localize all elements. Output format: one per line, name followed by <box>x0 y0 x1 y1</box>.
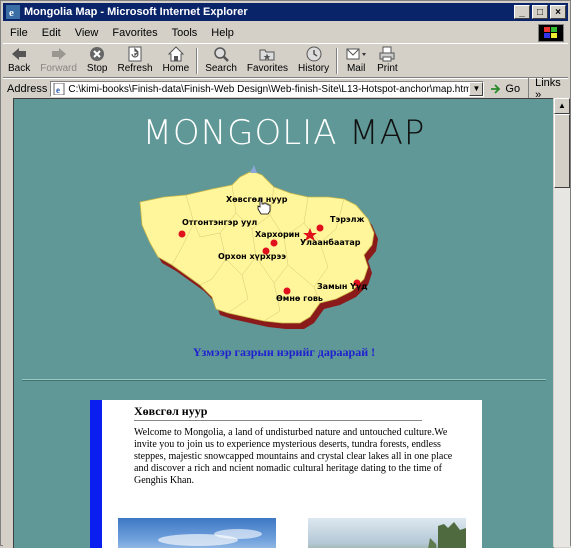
stop-button[interactable]: Stop <box>82 45 113 77</box>
svg-text:e: e <box>9 7 14 19</box>
menu-file[interactable]: File <box>3 27 35 39</box>
menu-favorites[interactable]: Favorites <box>105 27 164 39</box>
page-title-mongolia: MONGOLIA <box>142 113 338 153</box>
page-content[interactable]: MONGOLIA MAP Хөвсгөл нуур Отгонтэнгэр уу… <box>13 98 554 548</box>
marker-terelj[interactable] <box>316 224 324 232</box>
address-bar: Address e C:\kimi-books\Finish-data\Fini… <box>3 77 568 101</box>
standard-toolbar: Back Forward Stop Refresh Home Search Fa… <box>3 45 568 78</box>
card-title: Хөвсгөл нуур <box>134 404 208 418</box>
address-label: Address <box>7 83 48 95</box>
stop-icon <box>90 47 105 61</box>
refresh-label: Refresh <box>117 63 153 74</box>
svg-text:e: e <box>56 85 60 95</box>
home-label: Home <box>162 63 190 74</box>
favorites-button[interactable]: Favorites <box>242 45 293 77</box>
forward-button[interactable]: Forward <box>35 45 82 77</box>
toolbar-separator <box>196 48 199 74</box>
landscape-photo <box>308 518 466 548</box>
go-label: Go <box>505 83 521 95</box>
left-frame-border <box>3 98 13 547</box>
home-icon <box>167 46 185 62</box>
title-bar: e Mongolia Map - Microsoft Internet Expl… <box>3 3 568 21</box>
menu-bar: File Edit View Favorites Tools Help <box>3 23 568 44</box>
label-orkhon[interactable]: Орхон хүрхрээ <box>218 252 286 261</box>
address-dropdown-button[interactable]: ▼ <box>469 82 484 96</box>
history-button[interactable]: History <box>293 45 334 77</box>
refresh-icon <box>128 46 142 62</box>
page-title: MONGOLIA MAP <box>14 113 554 153</box>
close-button[interactable]: × <box>550 5 566 19</box>
print-label: Print <box>377 63 398 74</box>
label-ulaanbaatar[interactable]: Улаанбаатар <box>300 238 361 247</box>
page-title-map: MAP <box>349 113 426 153</box>
browser-window: e Mongolia Map - Microsoft Internet Expl… <box>0 0 571 548</box>
refresh-button[interactable]: Refresh <box>113 45 158 77</box>
vertical-scrollbar[interactable]: ▲ <box>553 98 570 547</box>
forward-label: Forward <box>40 63 77 74</box>
horizontal-rule <box>22 379 546 381</box>
instruction-text: Үзмээр газрын нэрийг дараарай ! <box>192 345 376 359</box>
menu-edit[interactable]: Edit <box>35 27 68 39</box>
back-label: Back <box>8 63 31 74</box>
menu-view[interactable]: View <box>68 27 106 39</box>
card-description: Welcome to Mongolia, a land of undisturb… <box>134 427 453 486</box>
back-button[interactable]: Back <box>3 45 35 77</box>
scroll-up-button[interactable]: ▲ <box>554 98 570 114</box>
search-label: Search <box>205 63 237 74</box>
mail-label: Mail <box>346 63 366 74</box>
mail-icon <box>346 48 367 60</box>
links-label: Links <box>535 77 561 89</box>
favorites-label: Favorites <box>246 63 289 74</box>
windows-logo-icon <box>538 24 564 42</box>
minimize-button[interactable]: _ <box>514 5 530 19</box>
stop-label: Stop <box>86 63 108 74</box>
card-accent-bar <box>90 400 102 548</box>
lake-photo <box>118 518 276 548</box>
label-zamyn-uud[interactable]: Замын Үүд <box>317 282 368 291</box>
print-button[interactable]: Print <box>372 45 403 77</box>
menu-tools[interactable]: Tools <box>165 27 205 39</box>
go-arrow-icon <box>491 84 501 94</box>
forward-arrow-icon <box>51 48 66 60</box>
history-icon <box>306 46 322 62</box>
home-button[interactable]: Home <box>158 45 195 77</box>
toolbar-separator <box>336 48 339 74</box>
address-input[interactable]: e C:\kimi-books\Finish-data\Finish-Web D… <box>50 81 485 97</box>
label-khuvsgul[interactable]: Хөвсгөл нуур <box>226 195 287 204</box>
go-button[interactable]: Go <box>490 83 520 95</box>
scroll-thumb[interactable] <box>554 114 570 188</box>
label-kharkhorin[interactable]: Хархорин <box>255 230 300 239</box>
card-title-rule <box>134 420 422 421</box>
mail-button[interactable]: Mail <box>340 45 372 77</box>
menu-help[interactable]: Help <box>204 27 241 39</box>
address-url: C:\kimi-books\Finish-data\Finish-Web Des… <box>68 83 472 95</box>
label-otgontenger[interactable]: Отгонтэнгэр уул <box>182 218 257 227</box>
search-icon <box>214 47 229 62</box>
maximize-button[interactable]: □ <box>532 5 548 19</box>
page-icon: e <box>53 83 65 95</box>
favorites-folder-icon <box>259 49 275 61</box>
window-title: Mongolia Map - Microsoft Internet Explor… <box>24 6 248 18</box>
back-arrow-icon <box>12 48 27 60</box>
printer-icon <box>379 46 395 62</box>
marker-otgontenger[interactable] <box>178 230 186 238</box>
history-label: History <box>298 63 330 74</box>
search-button[interactable]: Search <box>200 45 242 77</box>
info-card: Хөвсгөл нуур Welcome to Mongolia, a land… <box>90 400 482 548</box>
ie-logo-icon: e <box>6 5 20 19</box>
marker-kharkhorin[interactable] <box>270 239 278 247</box>
mongolia-map[interactable]: Хөвсгөл нуур Отгонтэнгэр уул Тэрэлж Харх… <box>124 163 404 353</box>
label-umnugovi[interactable]: Өмнө говь <box>276 294 323 303</box>
label-terelj[interactable]: Тэрэлж <box>330 215 365 224</box>
